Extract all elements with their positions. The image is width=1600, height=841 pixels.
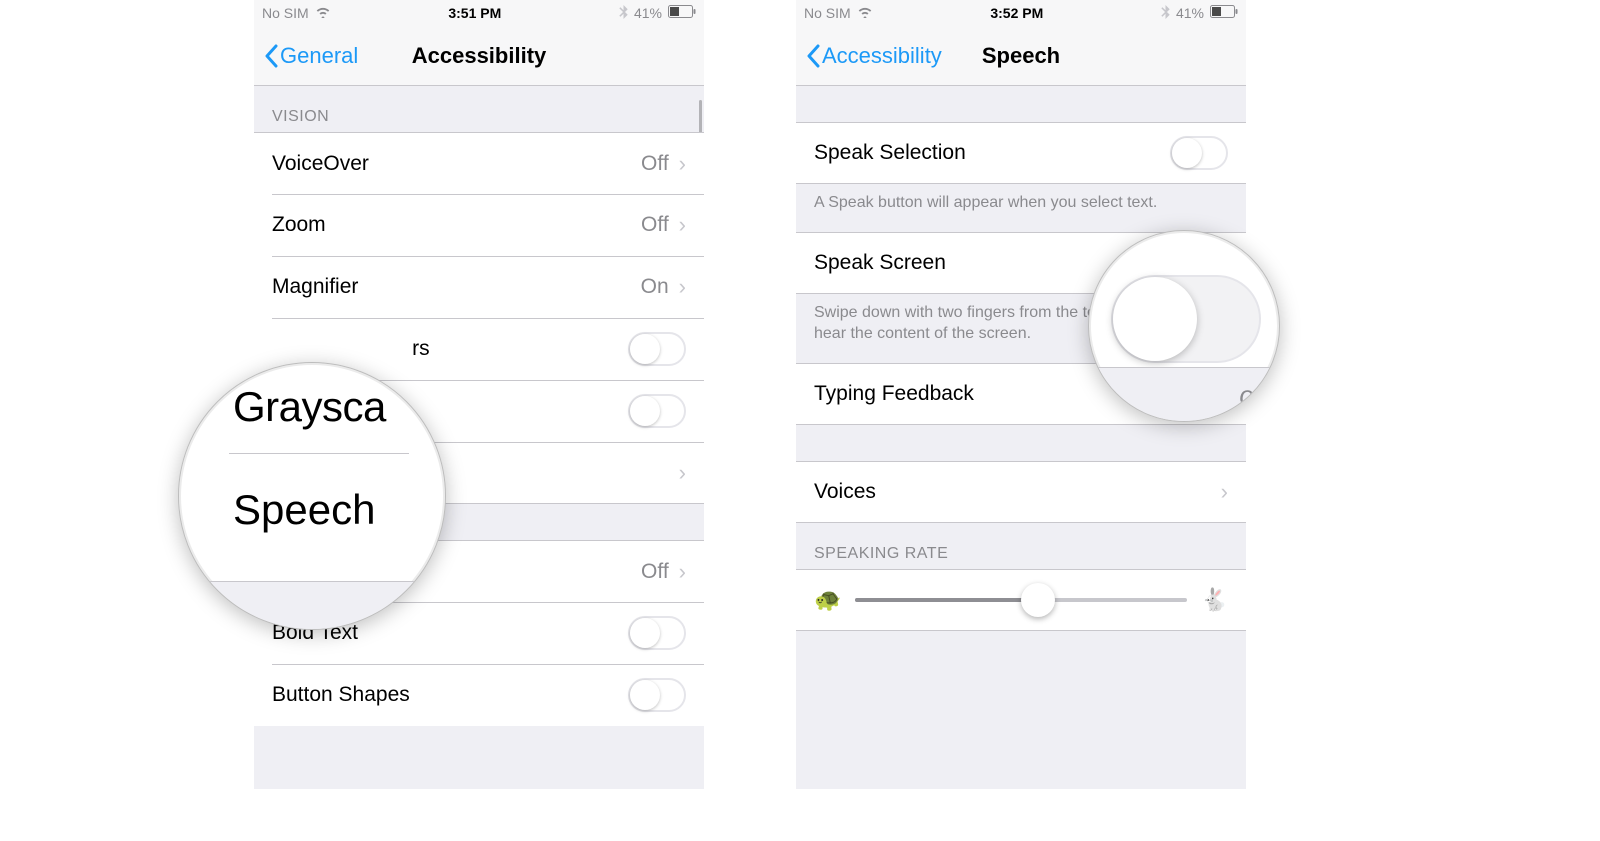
chevron-left-icon xyxy=(264,44,278,68)
section-header-vision: VISION xyxy=(254,86,704,132)
footer-fragment: of xyxy=(1239,380,1261,411)
zoom-callout-speech: Graysca Speech xyxy=(178,362,446,630)
toggle-speak-selection[interactable] xyxy=(1170,136,1228,170)
carrier-text: No SIM xyxy=(262,5,309,21)
toggle-switch[interactable] xyxy=(628,394,686,428)
battery-percent: 41% xyxy=(1176,5,1204,21)
row-button-shapes[interactable]: Button Shapes xyxy=(254,664,704,726)
row-magnifier[interactable]: Magnifier On › xyxy=(254,256,704,318)
turtle-icon: 🐢 xyxy=(814,587,841,613)
cell-label: Button Shapes xyxy=(272,683,410,707)
back-label: General xyxy=(280,43,358,69)
toggle-switch[interactable] xyxy=(628,616,686,650)
bluetooth-icon xyxy=(1161,5,1170,22)
chevron-right-icon: › xyxy=(1221,479,1228,505)
cell-label: Zoom xyxy=(272,213,326,237)
cell-value: Off xyxy=(641,560,669,584)
cell-label: Voices xyxy=(814,480,876,504)
page-title: Accessibility xyxy=(412,43,547,69)
battery-icon xyxy=(668,5,696,21)
chevron-right-icon: › xyxy=(679,460,686,486)
cell-label: Speak Selection xyxy=(814,141,966,165)
cell-label: Speak Screen xyxy=(814,251,946,275)
footer-speak-selection: A Speak button will appear when you sele… xyxy=(796,184,1246,232)
row-speaking-rate: 🐢 🐇 xyxy=(796,569,1246,631)
cell-label-fragment: Graysca xyxy=(179,363,445,431)
rate-slider[interactable] xyxy=(855,598,1186,602)
status-bar: No SIM 3:52 PM 41% xyxy=(796,0,1246,26)
cell-label: Magnifier xyxy=(272,275,358,299)
bluetooth-icon xyxy=(619,5,628,22)
nav-bar: General Accessibility xyxy=(254,26,704,86)
status-bar: No SIM 3:51 PM 41% xyxy=(254,0,704,26)
wifi-icon xyxy=(857,5,873,21)
carrier-text: No SIM xyxy=(804,5,851,21)
cell-label: Typing Feedback xyxy=(814,382,974,406)
row-speak-selection[interactable]: Speak Selection xyxy=(796,122,1246,184)
slider-thumb[interactable] xyxy=(1021,583,1055,617)
chevron-right-icon: › xyxy=(679,274,686,300)
row-zoom[interactable]: Zoom Off › xyxy=(254,194,704,256)
cell-label: XXXXXXXXXXrs xyxy=(272,337,430,361)
back-button[interactable]: General xyxy=(264,43,358,69)
zoom-callout-toggle: of xyxy=(1088,230,1280,422)
chevron-right-icon: › xyxy=(679,151,686,177)
row-voiceover[interactable]: VoiceOver Off › xyxy=(254,132,704,194)
toggle-switch[interactable] xyxy=(628,332,686,366)
back-button[interactable]: Accessibility xyxy=(806,43,942,69)
wifi-icon xyxy=(315,5,331,21)
cell-label-speech: Speech xyxy=(179,454,445,534)
toggle-speak-screen-zoomed[interactable] xyxy=(1111,275,1261,363)
nav-bar: Accessibility Speech xyxy=(796,26,1246,86)
battery-icon xyxy=(1210,5,1238,21)
cell-value: Off xyxy=(641,152,669,176)
rabbit-icon: 🐇 xyxy=(1201,587,1228,613)
clock: 3:51 PM xyxy=(448,5,501,21)
cell-value: Off xyxy=(641,213,669,237)
chevron-right-icon: › xyxy=(679,212,686,238)
section-header-rate: SPEAKING RATE xyxy=(796,523,1246,569)
clock: 3:52 PM xyxy=(990,5,1043,21)
chevron-left-icon xyxy=(806,44,820,68)
chevron-right-icon: › xyxy=(679,559,686,585)
cell-label: VoiceOver xyxy=(272,152,369,176)
toggle-switch[interactable] xyxy=(628,678,686,712)
back-label: Accessibility xyxy=(822,43,942,69)
battery-percent: 41% xyxy=(634,5,662,21)
row-voices[interactable]: Voices › xyxy=(796,461,1246,523)
cell-value: On xyxy=(641,275,669,299)
page-title: Speech xyxy=(982,43,1060,69)
